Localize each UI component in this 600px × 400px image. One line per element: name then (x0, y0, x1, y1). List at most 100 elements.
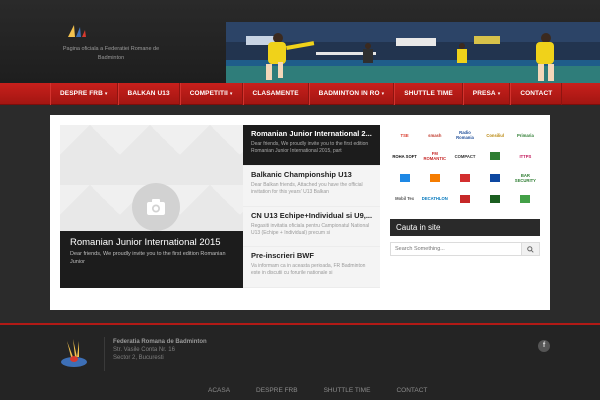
main-content: Romanian Junior International 2015 Dear … (50, 115, 550, 310)
sponsor-grid: TSE smash Radio Romania Consiliul Primaria RO… (390, 125, 540, 209)
nav-label: DESPRE FRB (60, 90, 103, 97)
sponsor-logo[interactable] (481, 189, 510, 209)
sponsor-label: TSE (400, 132, 409, 138)
featured-caption: Romanian Junior International 2015 Dear … (60, 231, 243, 288)
sponsor-logo[interactable]: COMPACT (450, 146, 479, 166)
site-header: Pagina oficiala a Federatiei Romane de B… (0, 0, 600, 83)
chevron-down-icon: ▾ (229, 91, 233, 97)
list-item[interactable]: CN U13 Echipe+Individual si U9,... Regas… (243, 206, 380, 248)
sponsor-logo[interactable] (390, 168, 419, 188)
footer-navigation: ACASA DESPRE FRB SHUTTLE TIME CONTACT (195, 387, 440, 394)
featured-post[interactable]: Romanian Junior International 2015 Dear … (60, 125, 243, 288)
sponsor-mark-icon (399, 173, 410, 182)
sponsor-label: Primaria (517, 132, 534, 138)
sponsor-logo[interactable]: BAR SECURITY (511, 168, 540, 188)
sponsor-label: Radio Romania (456, 130, 474, 141)
sponsor-logo[interactable] (450, 189, 479, 209)
sponsor-label: ROHA SOFT (392, 153, 417, 159)
footer-nav-contact[interactable]: CONTACT (383, 387, 440, 394)
search-icon (527, 245, 534, 253)
post-excerpt: Va informam ca in aceasta perioada, FR B… (251, 263, 366, 277)
nav-label: COMPETITII (189, 90, 228, 97)
featured-title[interactable]: Romanian Junior International 2015 (70, 237, 233, 248)
sponsor-label: DECATHLON (421, 196, 448, 202)
sponsor-label: Consiliul (486, 132, 505, 138)
list-item[interactable]: Balkanic Championship U13 Dear Balkan fr… (243, 165, 380, 207)
sponsor-logo[interactable] (481, 146, 510, 166)
sponsor-label: COMPACT (454, 153, 476, 159)
image-placeholder (132, 183, 180, 231)
sponsor-logo[interactable]: ITTPS (511, 146, 540, 166)
sponsor-logo[interactable]: FM ROMANTIC (420, 146, 449, 166)
post-title[interactable]: Balkanic Championship U13 (251, 170, 372, 180)
footer-org-name: Federatia Romana de Badminton (113, 339, 207, 345)
chevron-down-icon: ▾ (104, 91, 108, 97)
search-widget-title: Cauta in site (390, 219, 540, 236)
sponsor-logo[interactable] (420, 168, 449, 188)
nav-item-presa[interactable]: PRESA ▾ (462, 83, 511, 105)
search-input[interactable] (390, 242, 522, 256)
nav-item-shuttle-time[interactable]: SHUTTLE TIME (394, 83, 463, 105)
post-excerpt: Dear Balkan friends, Attached you have t… (251, 181, 363, 195)
nav-item-contact[interactable]: CONTACT (510, 83, 563, 105)
sponsor-mark-icon (459, 194, 470, 203)
post-excerpt: Regasiti invitatia oficiala pentru Campi… (251, 222, 370, 236)
nav-label: CLASAMENTE (252, 90, 299, 97)
sponsor-logo[interactable]: TSE (390, 125, 419, 145)
footer-nav-shuttle-time[interactable]: SHUTTLE TIME (311, 387, 384, 394)
list-item[interactable]: Pre-inscrieri BWF Va informam ca in acea… (243, 247, 380, 288)
sponsor-logo[interactable] (511, 189, 540, 209)
sponsor-logo[interactable] (481, 168, 510, 188)
chevron-down-icon: ▾ (381, 91, 385, 97)
sponsor-logo[interactable]: DECATHLON (420, 189, 449, 209)
nav-label: BALKAN U13 (127, 90, 170, 97)
list-item[interactable]: Romanian Junior International 2... Dear … (243, 125, 380, 166)
camera-icon (147, 199, 165, 215)
post-list: Romanian Junior International 2... Dear … (243, 125, 380, 288)
footer-street: Str. Vasile Conta Nr. 16 (113, 347, 175, 353)
sponsor-logo[interactable]: Mobil Tex (390, 189, 419, 209)
sponsor-logo[interactable]: ROHA SOFT (390, 146, 419, 166)
main-navigation: DESPRE FRB ▾ BALKAN U13 COMPETITII ▾ CLASA… (0, 83, 600, 105)
sponsor-label: FM ROMANTIC (423, 151, 447, 162)
nav-item-badminton-in-ro[interactable]: BADMINTON IN RO ▾ (308, 83, 395, 105)
post-title[interactable]: Pre-inscrieri BWF (251, 251, 372, 261)
nav-item-competitii[interactable]: COMPETITII ▾ (179, 83, 243, 105)
sponsor-logo[interactable]: smash (420, 125, 449, 145)
sponsor-mark-icon (490, 194, 501, 203)
footer-address: Federatia Romana de Badminton Str. Vasil… (113, 338, 207, 362)
header-banner-image (226, 22, 600, 83)
sponsor-label: ITTPS (519, 153, 532, 159)
footer-nav-acasa[interactable]: ACASA (195, 387, 243, 394)
sponsor-label: smash (428, 132, 442, 138)
footer-vertical-divider (104, 337, 105, 371)
footer-city: Sector 2, Bucuresti (113, 355, 164, 361)
frb-footer-logo-icon[interactable] (53, 337, 95, 371)
footer-nav-despre-frb[interactable]: DESPRE FRB (243, 387, 311, 394)
sponsor-logo[interactable]: Primaria (511, 125, 540, 145)
post-excerpt: Dear friends, We proudly invite you to t… (251, 141, 369, 154)
nav-label: PRESA (472, 90, 496, 97)
site-footer: Federatia Romana de Badminton Str. Vasil… (0, 325, 600, 400)
facebook-icon[interactable]: f (538, 340, 550, 352)
sponsor-logo[interactable] (450, 168, 479, 188)
site-tagline: Pagina oficiala a Federatiei Romane de B… (62, 46, 160, 61)
post-title[interactable]: Romanian Junior International 2... (251, 129, 372, 139)
nav-item-clasamente[interactable]: CLASAMENTE (242, 83, 309, 105)
featured-excerpt: Dear friends, We proudly invite you to t… (70, 251, 226, 265)
sponsor-label: BAR SECURITY (514, 172, 536, 183)
nav-label: BADMINTON IN RO (318, 90, 380, 97)
nav-item-despre-frb[interactable]: DESPRE FRB ▾ (50, 83, 118, 105)
chevron-down-icon: ▾ (497, 91, 501, 97)
sponsor-logo[interactable]: Consiliul (481, 125, 510, 145)
nav-label: SHUTTLE TIME (404, 90, 453, 97)
frb-logo-icon[interactable] (66, 24, 88, 38)
nav-label: CONTACT (520, 90, 553, 97)
sponsor-mark-icon (520, 194, 531, 203)
nav-item-balkan-u13[interactable]: BALKAN U13 (117, 83, 180, 105)
search-button[interactable] (522, 242, 540, 256)
sponsor-mark-icon (490, 152, 501, 161)
sponsor-logo[interactable]: Radio Romania (450, 125, 479, 145)
sponsor-mark-icon (429, 173, 440, 182)
post-title[interactable]: CN U13 Echipe+Individual si U9,... (251, 211, 372, 221)
